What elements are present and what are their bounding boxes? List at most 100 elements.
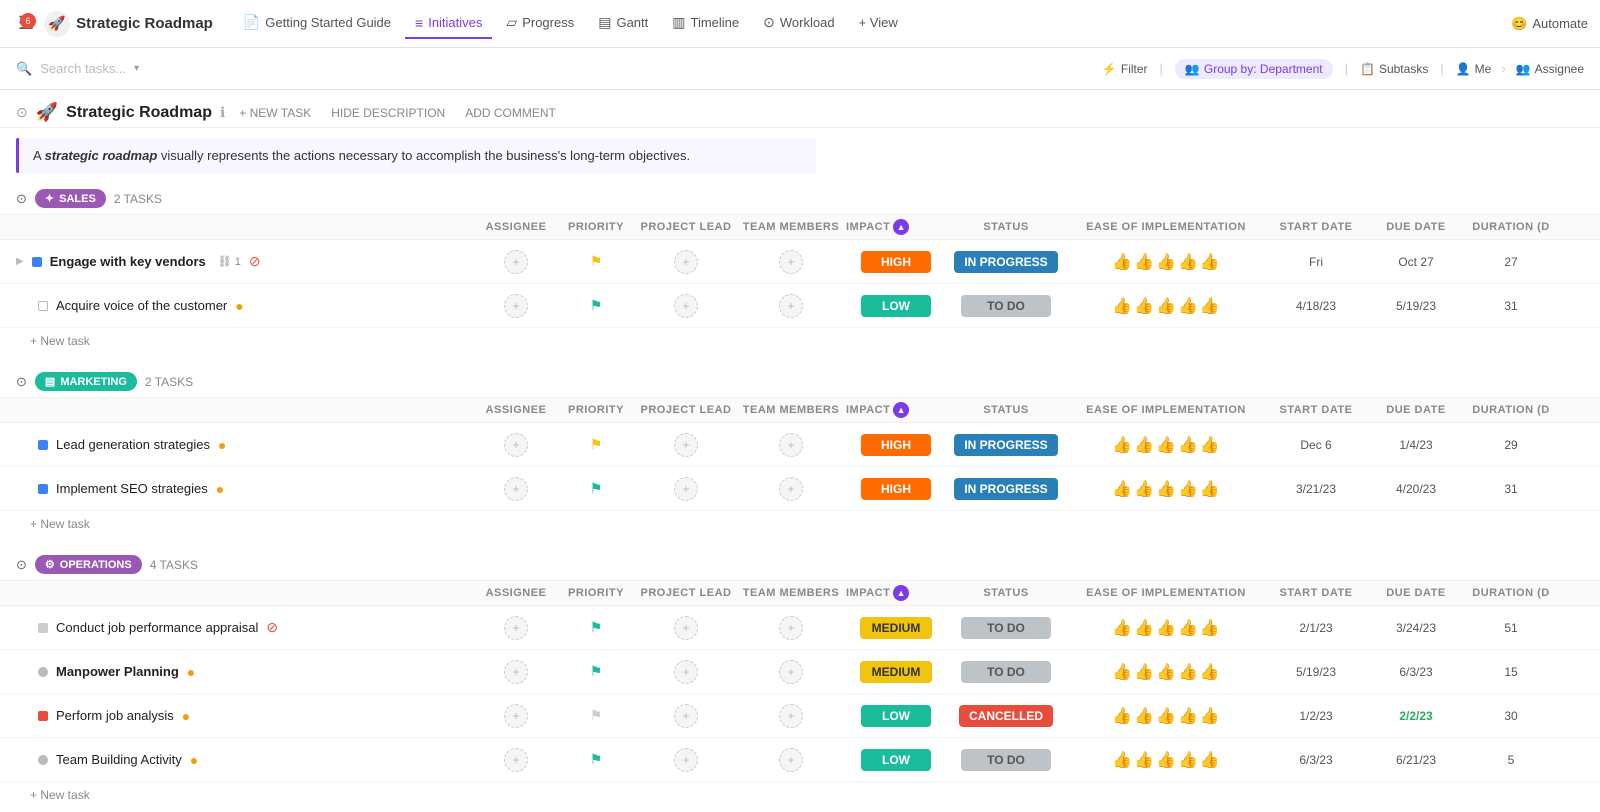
table-row[interactable]: Perform job analysis ● + ⚑ + + LOW CANCE… [0, 694, 1600, 738]
priority-flag[interactable]: ⚑ [590, 751, 603, 768]
lead-avatar[interactable]: + [674, 433, 698, 457]
impact-badge: LOW [861, 749, 931, 771]
impact-cell: LOW [846, 749, 946, 771]
assignee-avatar[interactable]: + [504, 704, 528, 728]
automate-button[interactable]: 😊 Automate [1511, 16, 1588, 32]
sales-tag[interactable]: ✦ SALES [35, 189, 106, 208]
assignee-avatar[interactable]: + [504, 616, 528, 640]
thumb-5: 👍 [1200, 435, 1220, 455]
filter-separator: | [1160, 61, 1163, 76]
marketing-collapse-icon[interactable]: ⊙ [16, 374, 27, 390]
operations-collapse-icon[interactable]: ⊙ [16, 557, 27, 573]
duration-cell: 51 [1466, 621, 1556, 635]
assignee-avatar[interactable]: + [504, 660, 528, 684]
members-avatar[interactable]: + [779, 250, 803, 274]
operations-new-task[interactable]: + New task [0, 782, 1600, 812]
thumb-5: 👍 [1200, 662, 1220, 682]
lead-cell: + [636, 748, 736, 772]
filter-button[interactable]: ⚡ Filter [1102, 62, 1148, 76]
table-row[interactable]: Conduct job performance appraisal ⊘ + ⚑ … [0, 606, 1600, 650]
tab-gantt[interactable]: ▤ Gantt [588, 8, 658, 39]
thumb-1: 👍 [1112, 296, 1132, 316]
priority-flag[interactable]: ⚑ [590, 663, 603, 680]
members-avatar[interactable]: + [779, 616, 803, 640]
lead-avatar[interactable]: + [674, 660, 698, 684]
assignee-avatar[interactable]: + [504, 477, 528, 501]
table-row[interactable]: ▶ Engage with key vendors ⛓ 1 ⊘ + ⚑ + + … [0, 240, 1600, 284]
members-avatar[interactable]: + [779, 660, 803, 684]
operations-tag-label: OPERATIONS [60, 559, 132, 571]
task-name: Engage with key vendors [50, 254, 206, 269]
table-row[interactable]: Manpower Planning ● + ⚑ + + MEDIUM TO DO… [0, 650, 1600, 694]
assignee-avatar[interactable]: + [504, 748, 528, 772]
marketing-new-task[interactable]: + New task [0, 511, 1600, 541]
subtasks-button[interactable]: 📋 Subtasks [1360, 62, 1428, 76]
me-button[interactable]: 👤 Me [1456, 62, 1492, 76]
priority-cell: ⚑ [556, 480, 636, 497]
tab-progress[interactable]: ▱ Progress [496, 8, 584, 39]
col-priority-label: PRIORITY [556, 221, 636, 233]
members-avatar[interactable]: + [779, 433, 803, 457]
assignee-avatar[interactable]: + [504, 294, 528, 318]
priority-flag[interactable]: ⚑ [590, 436, 603, 453]
table-row[interactable]: Implement SEO strategies ● + ⚑ + + HIGH … [0, 467, 1600, 511]
project-collapse-icon[interactable]: ⊙ [16, 104, 28, 121]
lead-avatar[interactable]: + [674, 616, 698, 640]
row-expand-icon[interactable]: ▶ [16, 256, 24, 267]
assignee-icon: 👥 [1516, 62, 1531, 76]
tab-getting-started[interactable]: 📄 Getting Started Guide [233, 8, 401, 39]
priority-flag[interactable]: ⚑ [590, 297, 603, 314]
assignee-button[interactable]: 👥 Assignee [1516, 62, 1584, 76]
thumb-5: 👍 [1200, 296, 1220, 316]
search-input[interactable]: Search tasks... [40, 61, 126, 76]
lead-avatar[interactable]: + [674, 250, 698, 274]
status-cell: TO DO [946, 295, 1066, 317]
priority-flag[interactable]: ⚑ [590, 480, 603, 497]
task-name: Perform job analysis [56, 708, 174, 723]
col-impact-label[interactable]: IMPACT ▲ [846, 402, 946, 418]
lead-avatar[interactable]: + [674, 294, 698, 318]
col-start-label: START DATE [1266, 587, 1366, 599]
members-avatar[interactable]: + [779, 704, 803, 728]
tab-add-view[interactable]: + View [849, 9, 908, 38]
lead-avatar[interactable]: + [674, 748, 698, 772]
table-row[interactable]: Acquire voice of the customer ● + ⚑ + + … [0, 284, 1600, 328]
table-row[interactable]: Lead generation strategies ● + ⚑ + + HIG… [0, 423, 1600, 467]
search-chevron-icon[interactable]: ▾ [134, 63, 139, 74]
marketing-tasks-count: 2 TASKS [145, 375, 193, 389]
members-avatar[interactable]: + [779, 748, 803, 772]
sales-new-task[interactable]: + New task [0, 328, 1600, 358]
col-impact-label[interactable]: IMPACT ▲ [846, 585, 946, 601]
tab-initiatives[interactable]: ≡ Initiatives [405, 9, 492, 39]
tab-timeline[interactable]: ▥ Timeline [662, 8, 749, 39]
group-by-button[interactable]: 👥 Group by: Department [1175, 59, 1333, 79]
assignee-avatar[interactable]: + [504, 250, 528, 274]
tab-workload[interactable]: ⊙ Workload [753, 8, 844, 39]
hide-description-button[interactable]: HIDE DESCRIPTION [325, 103, 451, 123]
members-cell: + [736, 294, 846, 318]
status-cell: TO DO [946, 661, 1066, 683]
project-info-icon[interactable]: ℹ [220, 104, 225, 121]
operations-tag[interactable]: ⚙ OPERATIONS [35, 555, 142, 574]
priority-flag[interactable]: ⚑ [590, 619, 603, 636]
group-by-label: Group by: Department [1204, 62, 1323, 76]
filter-sep4: › [1501, 61, 1505, 76]
lead-avatar[interactable]: + [674, 477, 698, 501]
col-impact-label[interactable]: IMPACT ▲ [846, 219, 946, 235]
priority-flag[interactable]: ⚑ [590, 253, 603, 270]
assignee-avatar[interactable]: + [504, 433, 528, 457]
marketing-tag[interactable]: ▤ MARKETING [35, 372, 137, 391]
add-comment-button[interactable]: ADD COMMENT [459, 103, 562, 123]
members-avatar[interactable]: + [779, 294, 803, 318]
priority-flag[interactable]: ⚑ [590, 707, 603, 724]
duration-cell: 29 [1466, 438, 1556, 452]
sales-collapse-icon[interactable]: ⊙ [16, 191, 27, 207]
members-avatar[interactable]: + [779, 477, 803, 501]
table-row[interactable]: Team Building Activity ● + ⚑ + + LOW TO … [0, 738, 1600, 782]
initiatives-icon: ≡ [415, 15, 423, 31]
members-cell: + [736, 616, 846, 640]
hamburger-menu[interactable]: ☰ 6 [12, 7, 40, 40]
new-task-button[interactable]: + NEW TASK [233, 103, 317, 123]
lead-avatar[interactable]: + [674, 704, 698, 728]
automate-icon: 😊 [1511, 16, 1527, 32]
